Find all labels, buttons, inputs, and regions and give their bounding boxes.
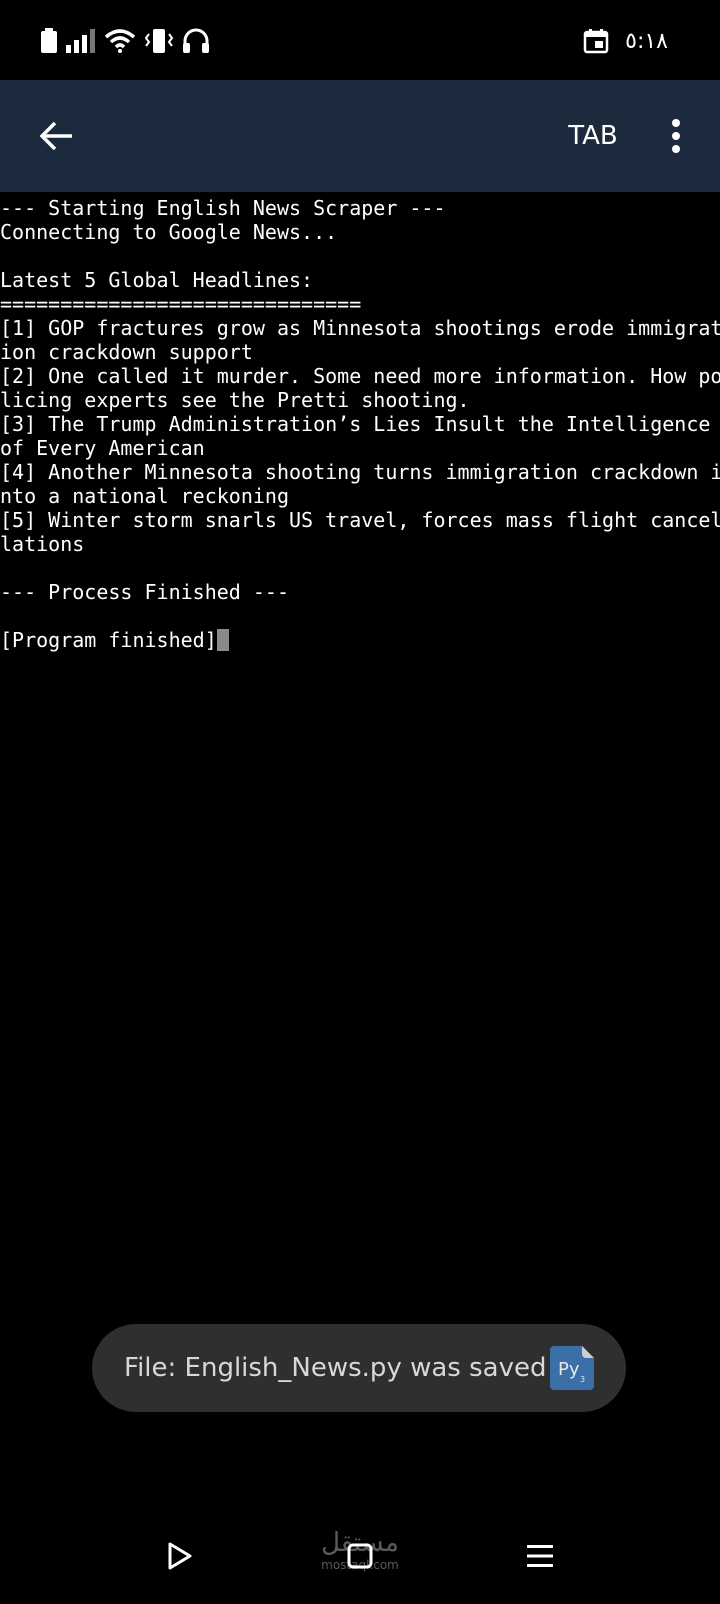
terminal-line: [1] GOP fractures grow as Minnesota shoo… bbox=[0, 316, 720, 340]
toast-notification: File: English_News.py was saved Py 3 bbox=[92, 1324, 626, 1412]
terminal-line: --- Process Finished --- bbox=[0, 580, 289, 604]
back-button[interactable] bbox=[30, 110, 82, 162]
terminal-line: ============================== bbox=[0, 292, 362, 316]
terminal-line: nto a national reckoning bbox=[0, 484, 289, 508]
terminal-line: ion crackdown support bbox=[0, 340, 253, 364]
terminal-line: Connecting to Google News... bbox=[0, 220, 338, 244]
toast-message: File: English_News.py was saved bbox=[124, 1353, 547, 1383]
overflow-menu-button[interactable] bbox=[652, 110, 700, 162]
terminal-line: lations bbox=[0, 532, 85, 556]
signal-icon bbox=[66, 29, 95, 53]
python-icon-label: Py bbox=[558, 1359, 580, 1380]
wifi-icon bbox=[104, 29, 136, 53]
home-button[interactable] bbox=[332, 1528, 388, 1584]
terminal-line: [3] The Trump Administration’s Lies Insu… bbox=[0, 412, 711, 436]
headphones-icon bbox=[183, 28, 209, 53]
terminal-prompt-line: [Program finished] bbox=[0, 628, 720, 652]
battery-icon bbox=[41, 28, 57, 53]
tab-button[interactable]: TAB bbox=[556, 110, 630, 162]
vibrate-icon bbox=[144, 29, 174, 53]
terminal-line: [4] Another Minnesota shooting turns imm… bbox=[0, 460, 720, 484]
status-bar: ٥:١٨ bbox=[0, 0, 720, 80]
terminal-line: licing experts see the Pretti shooting. bbox=[0, 388, 470, 412]
more-vert-icon bbox=[672, 119, 680, 153]
terminal-output[interactable]: --- Starting English News Scraper --- Co… bbox=[0, 196, 720, 1286]
terminal-line: [2] One called it murder. Some need more… bbox=[0, 364, 720, 388]
bottom-nav bbox=[0, 1500, 720, 1604]
status-time: ٥:١٨ bbox=[625, 28, 668, 54]
terminal-line: of Every American bbox=[0, 436, 205, 460]
program-finished-text: [Program finished] bbox=[0, 628, 217, 652]
status-right: ٥:١٨ bbox=[583, 24, 668, 58]
terminal-line: Latest 5 Global Headlines: bbox=[0, 268, 314, 292]
run-button[interactable] bbox=[152, 1528, 208, 1584]
menu-button[interactable] bbox=[512, 1528, 568, 1584]
square-icon bbox=[347, 1543, 373, 1569]
app-bar: TAB bbox=[0, 80, 720, 192]
python-file-icon: Py 3 bbox=[550, 1346, 594, 1390]
status-left-icons bbox=[40, 26, 210, 56]
hamburger-icon bbox=[527, 1545, 553, 1567]
terminal-line: --- Starting English News Scraper --- bbox=[0, 196, 446, 220]
terminal-cursor bbox=[216, 629, 229, 651]
svg-text:3: 3 bbox=[580, 1375, 585, 1384]
arrow-left-icon bbox=[39, 121, 72, 151]
calendar-icon bbox=[583, 29, 609, 54]
play-icon bbox=[168, 1542, 192, 1570]
terminal-line: [5] Winter storm snarls US travel, force… bbox=[0, 508, 720, 532]
